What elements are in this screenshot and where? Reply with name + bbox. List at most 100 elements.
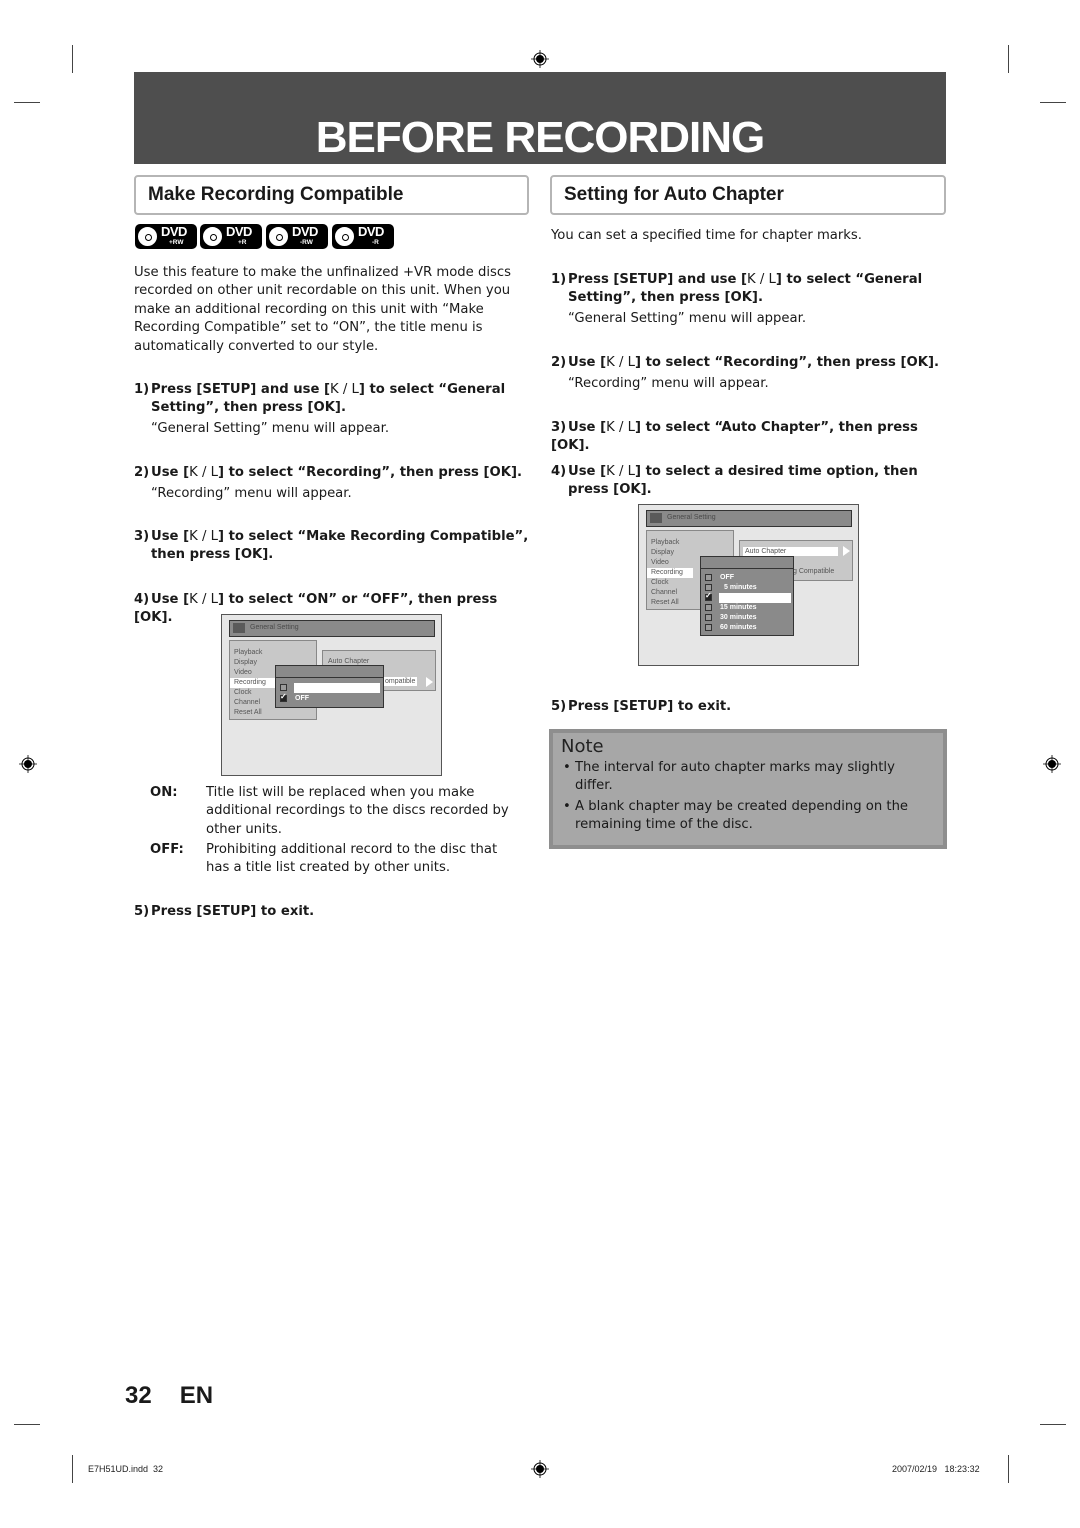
option-row[interactable]: [280, 683, 380, 693]
step-2-result: “Recording” menu will appear.: [151, 486, 352, 501]
step-text: Press [SETUP] and use [: [568, 272, 748, 287]
definition-text: Title list will be replaced when you mak…: [206, 784, 536, 839]
checkbox-icon: [705, 614, 712, 621]
osd-submenu-item[interactable]: g Compatible: [793, 567, 834, 576]
option-row[interactable]: OFF: [705, 573, 791, 583]
note-title: Note: [561, 736, 604, 757]
step-text: Use [: [568, 355, 607, 370]
osd-title-bar: General Setting: [646, 510, 852, 527]
text-line: Prohibiting additional record to the dis…: [206, 842, 498, 857]
chapter-banner: BEFORE RECORDING: [134, 72, 946, 164]
footer-filename: E7H51UD.indd 32: [88, 1464, 164, 1474]
bullet: •: [563, 798, 571, 814]
osd-screen-make-recording-compatible: General Setting Playback Display Video R…: [221, 614, 442, 776]
setup-icon: [650, 513, 662, 523]
registration-mark-icon: [1043, 755, 1061, 773]
crop-mark: [1040, 1424, 1066, 1425]
step-text: Use [: [568, 464, 607, 479]
language-code: EN: [179, 1382, 214, 1409]
format-label: -R: [372, 239, 379, 246]
checkbox-checked-icon: [705, 591, 712, 601]
registration-mark-icon: [19, 755, 37, 773]
osd-menu-item-selected[interactable]: Recording: [230, 678, 276, 688]
osd-options-popup: OFF 5 minutes 15 minutes 30 minutes 60 m…: [700, 556, 794, 636]
step-1-result: “General Setting” menu will appear.: [151, 421, 390, 436]
text-line: recorded on other unit recordable on thi…: [134, 283, 511, 299]
osd-menu-item[interactable]: Reset All: [230, 708, 316, 718]
text-line: has a title list created by other units.: [206, 860, 451, 876]
option-label: OFF: [720, 574, 734, 581]
checkbox-icon: [705, 584, 712, 591]
crop-mark: [1008, 45, 1009, 73]
disc-icon: [334, 226, 355, 247]
text-line: automatically converted to our style.: [134, 338, 379, 354]
logo-text: DVD: [161, 224, 187, 239]
text-line: other units.: [206, 821, 282, 837]
step-4: 4) Use [K / L] to select a desired time o…: [551, 463, 918, 500]
intro-paragraph: Use this feature to make the unfinalized…: [134, 264, 511, 356]
step-2: 2) Use [K / L] to select “Recording”, the…: [551, 354, 939, 372]
option-row-selected[interactable]: [705, 591, 791, 603]
osd-menu-item-selected[interactable]: Recording: [647, 568, 693, 578]
osd-submenu-item[interactable]: Auto Chapter: [743, 547, 838, 556]
option-row[interactable]: 60 minutes: [705, 623, 791, 633]
logo-text: DVD: [358, 224, 384, 239]
arrow-keys-label: K / L: [606, 355, 635, 370]
step-text: ] to select “Recording”, then press [OK]…: [634, 355, 939, 370]
step-2-result: “Recording” menu will appear.: [568, 376, 769, 391]
disc-icon: [137, 226, 158, 247]
step-text: press [OK].: [568, 482, 652, 498]
arrow-keys-label: K / L: [189, 592, 218, 607]
setup-icon: [233, 623, 245, 633]
step-text: Use [: [568, 420, 607, 435]
text-line: additional recordings to the discs recor…: [206, 803, 509, 819]
step-text: ] to select “Recording”, then press [OK]…: [217, 465, 522, 480]
crop-mark: [1040, 102, 1066, 103]
option-row[interactable]: 5 minutes: [705, 583, 791, 593]
step-1: 1) Press [SETUP] and use [K / L] to selec…: [134, 381, 505, 418]
step-text: Setting”, then press [OK].: [151, 400, 346, 416]
osd-title-bar: General Setting: [229, 620, 435, 637]
popup-header: [276, 666, 383, 678]
option-row[interactable]: 30 minutes: [705, 613, 791, 623]
step-number: 5): [134, 904, 150, 919]
text-line: Recording Compatible” set to “ON”, the t…: [134, 320, 483, 336]
popup-header: [701, 557, 793, 569]
osd-menu-item[interactable]: Playback: [647, 538, 733, 548]
step-number: 5): [551, 699, 567, 714]
definition-term: OFF:: [150, 842, 184, 857]
disc-icon: [268, 226, 289, 247]
text-line: Title list will be replaced when you mak…: [206, 785, 475, 800]
page-number-value: 32: [125, 1382, 152, 1409]
osd-menu-item[interactable]: Playback: [230, 648, 316, 658]
dvd-plus-r-logo: DVD +R: [200, 224, 262, 249]
osd-screen-auto-chapter: General Setting Playback Display Video R…: [638, 504, 859, 666]
option-row[interactable]: 15 minutes: [705, 603, 791, 613]
step-2: 2) Use [K / L] to select “Recording”, the…: [134, 464, 522, 482]
arrow-right-icon: [426, 677, 433, 687]
chapter-title: BEFORE RECORDING: [315, 113, 765, 162]
bullet: •: [563, 760, 571, 775]
step-5: 5) Press [SETUP] to exit.: [134, 903, 314, 921]
step-number: 1): [134, 382, 150, 397]
checkbox-checked-icon: [280, 692, 287, 702]
note-item: • A blank chapter may be created dependi…: [561, 798, 935, 835]
logo-text: DVD: [226, 224, 252, 239]
option-row[interactable]: OFF: [280, 692, 380, 704]
osd-options-popup: OFF: [275, 665, 384, 708]
step-text: Press [SETUP] to exit.: [568, 699, 732, 714]
note-box: Note • The interval for auto chapter mar…: [549, 729, 947, 849]
text-line: differ.: [575, 778, 613, 794]
section-heading-auto-chapter: Setting for Auto Chapter: [550, 175, 946, 215]
osd-submenu-item[interactable]: ompatible: [383, 677, 418, 686]
step-text: Use [: [151, 529, 190, 544]
step-number: 3): [551, 420, 567, 435]
arrow-keys-label: K / L: [747, 272, 776, 287]
text-line: remaining time of the disc.: [575, 817, 753, 833]
dvd-minus-r-logo: DVD -R: [332, 224, 394, 249]
crop-mark: [14, 1424, 40, 1425]
registration-mark-icon: [531, 50, 549, 68]
step-1-result: “General Setting” menu will appear.: [568, 311, 807, 326]
text-line: Use this feature to make the unfinalized…: [134, 265, 511, 280]
step-text: then press [OK].: [151, 547, 274, 563]
